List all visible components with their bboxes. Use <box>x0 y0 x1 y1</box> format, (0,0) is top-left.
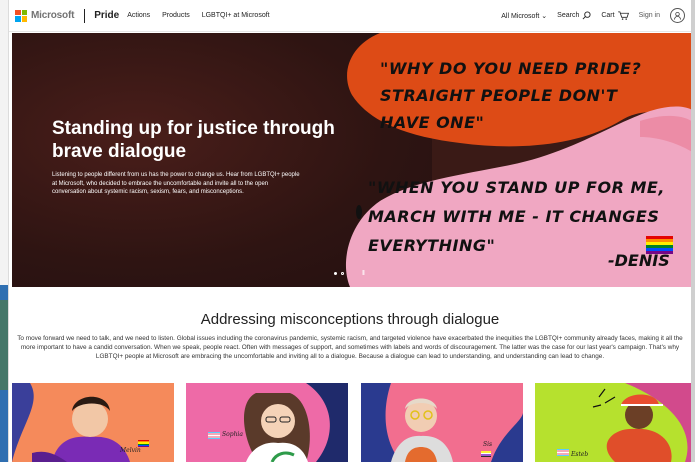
carousel-dot-2[interactable] <box>341 272 344 275</box>
portrait-cards: Melvin Sophia Sis Esteb <box>12 383 691 462</box>
search-icon <box>582 11 591 20</box>
carousel-controls: II <box>334 270 365 277</box>
portrait-illustration-1 <box>12 383 130 462</box>
trans-flag-icon <box>208 432 220 439</box>
site-header: Microsoft Pride Actions Products LGBTQI+… <box>9 0 691 32</box>
hero-banner: "WHY DO YOU NEED PRIDE? STRAIGHT PEOPLE … <box>12 33 691 287</box>
section-body: To move forward we need to talk, and we … <box>17 335 683 360</box>
quote-2: "WHEN YOU STAND UP FOR ME, MARCH WITH ME… <box>368 178 665 255</box>
portrait-card-1[interactable]: Melvin <box>12 383 174 462</box>
nav-actions[interactable]: Actions <box>127 12 150 19</box>
cart-button[interactable]: Cart <box>601 11 629 20</box>
brand-name: Microsoft <box>31 10 75 21</box>
portrait-card-2[interactable]: Sophia <box>186 383 348 462</box>
carousel-dot-1[interactable] <box>334 272 337 275</box>
card-signature-4: Esteb <box>571 451 589 458</box>
viewport-right-edge <box>691 0 695 462</box>
card-signature-1: Melvin <box>120 447 141 454</box>
microsoft-logo-icon <box>15 9 27 22</box>
portrait-illustration-2 <box>243 383 348 462</box>
site-title[interactable]: Pride <box>94 10 119 21</box>
page: Microsoft Pride Actions Products LGBTQI+… <box>9 0 691 462</box>
sign-in-link[interactable]: Sign in <box>639 12 660 19</box>
quote-1: "WHY DO YOU NEED PRIDE? STRAIGHT PEOPLE … <box>380 59 642 132</box>
misconceptions-section: Addressing misconceptions through dialog… <box>9 287 691 361</box>
card-signature-2: Sophia <box>222 431 243 438</box>
section-title: Addressing misconceptions through dialog… <box>200 311 500 328</box>
all-microsoft-menu[interactable]: All Microsoft ⌄ <box>501 12 547 20</box>
cart-label: Cart <box>601 12 615 19</box>
header-actions: All Microsoft ⌄ Search Cart Sign in <box>501 8 685 23</box>
portrait-card-4[interactable]: Esteb <box>535 383 691 462</box>
cart-icon <box>617 11 629 20</box>
nav-products[interactable]: Products <box>162 12 190 19</box>
all-microsoft-label: All Microsoft <box>501 12 540 20</box>
hero-description: Listening to people different from us ha… <box>52 172 300 196</box>
search-label: Search <box>557 12 580 19</box>
rainbow-flag-icon <box>138 440 149 448</box>
portrait-card-3[interactable]: Sis <box>361 383 523 462</box>
decorative-mark <box>356 205 362 219</box>
chevron-down-icon: ⌄ <box>541 12 548 20</box>
header-divider <box>84 8 86 23</box>
viewport-left-edge <box>0 0 9 462</box>
portrait-illustration-3 <box>361 383 523 462</box>
pause-icon[interactable]: II <box>362 270 365 277</box>
trans-flag-icon <box>557 449 569 456</box>
hero-title: Standing up for justice through brave di… <box>52 118 335 162</box>
rainbow-flag-icon <box>646 236 673 254</box>
search-button[interactable]: Search <box>557 11 591 20</box>
microsoft-logo[interactable]: Microsoft <box>15 9 75 22</box>
main-nav: Actions Products LGBTQI+ at Microsoft <box>127 12 279 19</box>
nonbinary-flag-icon <box>481 451 491 457</box>
nav-lgbtqi-at-microsoft[interactable]: LGBTQI+ at Microsoft <box>202 12 270 19</box>
avatar-icon[interactable] <box>670 8 685 23</box>
card-signature-3: Sis <box>483 441 493 448</box>
